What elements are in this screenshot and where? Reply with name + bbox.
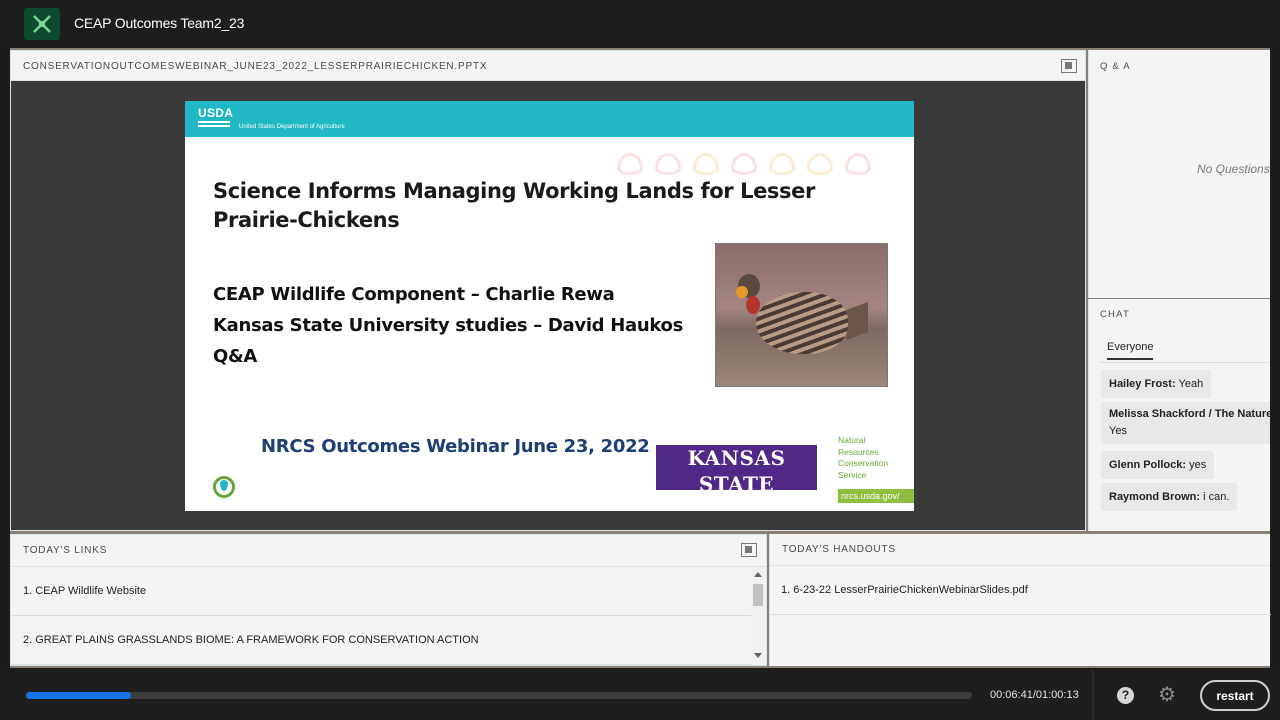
slide-title: Science Informs Managing Working Lands f… <box>213 179 815 232</box>
chat-message: Hailey Frost: Yeah <box>1101 370 1212 398</box>
share-pod: CONSERVATIONOUTCOMESWEBINAR_JUNE23_2022_… <box>10 50 1086 531</box>
chat-author: Hailey Frost: <box>1109 378 1176 390</box>
nrcs-line: Service <box>838 469 867 480</box>
playback-bar: 00:06:41/01:00:13 ? ⚙ restart <box>0 670 1280 720</box>
playback-time: 00:06:41/01:00:13 <box>990 689 1079 701</box>
drop-shape <box>845 153 871 175</box>
chat-text: Yeah <box>1178 378 1204 390</box>
qa-pod: Q & A No Questions <box>1088 50 1270 298</box>
presentation-slide: USDA United States Department of Agricul… <box>185 101 914 511</box>
usda-logo-mark <box>198 121 230 127</box>
chat-message: Melissa Shackford / The Nature Conservan… <box>1101 402 1270 444</box>
nrcs-line: Resources <box>838 446 879 457</box>
slide-agenda-line: Kansas State University studies – David … <box>213 315 684 336</box>
chat-text: i can. <box>1203 491 1230 503</box>
chat-author: Raymond Brown: <box>1109 491 1201 503</box>
chat-tab-divider <box>1099 362 1270 363</box>
app-logo-icon <box>24 8 60 40</box>
links-scrollbar[interactable] <box>751 567 765 665</box>
chat-message: Glenn Pollock: yes <box>1101 451 1215 479</box>
nrcs-logo-text: Natural Resources Conservation Service <box>838 435 888 481</box>
handout-label[interactable]: 1. 6-23-22 LesserPrairieChickenWebinarSl… <box>781 584 1028 596</box>
chat-author: Glenn Pollock: <box>1109 459 1187 471</box>
share-pod-title: CONSERVATIONOUTCOMESWEBINAR_JUNE23_2022_… <box>23 61 488 72</box>
prairie-chicken-photo <box>715 243 888 387</box>
photo-detail <box>756 292 848 354</box>
nrcs-drop-icon <box>213 476 235 498</box>
slide-webinar-date: NRCS Outcomes Webinar June 23, 2022 <box>261 436 650 457</box>
handouts-pod: TODAY'S HANDOUTS 1. 6-23-22 LesserPrairi… <box>769 534 1271 666</box>
link-label[interactable]: 2. GREAT PLAINS GRASSLANDS BIOME: A FRAM… <box>23 634 479 646</box>
links-pod-title: TODAY'S LINKS <box>23 545 108 556</box>
help-icon[interactable]: ? <box>1117 687 1134 704</box>
handout-item[interactable]: 1. 6-23-22 LesserPrairieChickenWebinarSl… <box>770 566 1271 615</box>
nrcs-line: Conservation <box>838 458 889 468</box>
slide-header-band: USDA United States Department of Agricul… <box>185 101 914 137</box>
link-label[interactable]: 1. CEAP Wildlife Website <box>23 585 146 597</box>
gear-icon[interactable]: ⚙ <box>1158 684 1176 706</box>
divider <box>1092 670 1094 720</box>
chat-tab-everyone[interactable]: Everyone <box>1107 341 1154 360</box>
nrcs-url: nrcs.usda.gov/ <box>838 489 914 503</box>
usda-logo: USDA <box>198 106 234 120</box>
fullscreen-icon[interactable] <box>741 543 757 557</box>
chat-text: Yes <box>1109 425 1127 437</box>
fullscreen-icon[interactable] <box>1061 59 1077 73</box>
usda-agency-name: United States Department of Agriculture <box>239 124 345 130</box>
drop-shape <box>769 153 795 175</box>
restart-button[interactable]: restart <box>1200 680 1270 711</box>
handouts-pod-title: TODAY'S HANDOUTS <box>782 544 896 555</box>
top-bar: CEAP Outcomes Team2_23 <box>0 0 1280 48</box>
link-item[interactable]: 1. CEAP Wildlife Website <box>11 567 751 616</box>
drop-shape <box>617 153 643 175</box>
meeting-title: CEAP Outcomes Team2_23 <box>74 15 245 31</box>
drop-shape <box>655 153 681 175</box>
photo-detail <box>846 301 868 341</box>
drop-shape <box>693 153 719 175</box>
drop-shape <box>807 153 833 175</box>
qa-empty-message: No Questions <box>1197 162 1270 176</box>
playback-progress[interactable] <box>26 692 972 699</box>
slide-agenda-line: Q&A <box>213 346 258 367</box>
links-pod: TODAY'S LINKS 1. CEAP Wildlife Website 2… <box>10 534 767 666</box>
slide-agenda-line: CEAP Wildlife Component – Charlie Rewa <box>213 284 615 305</box>
playback-progress-fill <box>26 692 131 699</box>
nrcs-line: Natural <box>838 435 866 445</box>
photo-detail <box>736 286 748 298</box>
ksu-logo-top: KANSAS STATE <box>687 446 786 496</box>
chat-pod: CHAT Everyone Hailey Frost: Yeah Melissa… <box>1088 299 1270 531</box>
chat-pod-title: CHAT <box>1100 309 1130 320</box>
chat-author: Melissa Shackford / The Nature Conservan… <box>1109 408 1270 420</box>
ksu-logo-bottom: UNIVERSITY <box>671 499 802 511</box>
handouts-pod-header: TODAY'S HANDOUTS <box>770 534 1270 566</box>
drop-shape <box>731 153 757 175</box>
link-item[interactable]: 2. GREAT PLAINS GRASSLANDS BIOME: A FRAM… <box>11 616 751 665</box>
scroll-down-icon[interactable] <box>754 653 762 658</box>
kansas-state-logo: KANSAS STATE UNIVERSITY <box>656 445 817 511</box>
links-pod-header: TODAY'S LINKS <box>11 535 766 567</box>
chat-text: yes <box>1189 459 1207 471</box>
scroll-up-icon[interactable] <box>754 572 762 577</box>
share-pod-header: CONSERVATIONOUTCOMESWEBINAR_JUNE23_2022_… <box>11 51 1085 81</box>
qa-pod-title: Q & A <box>1100 61 1131 72</box>
decorative-drops <box>617 153 871 175</box>
photo-detail <box>746 296 760 314</box>
scroll-thumb[interactable] <box>753 584 763 606</box>
chat-message: Raymond Brown: i can. <box>1101 483 1238 511</box>
